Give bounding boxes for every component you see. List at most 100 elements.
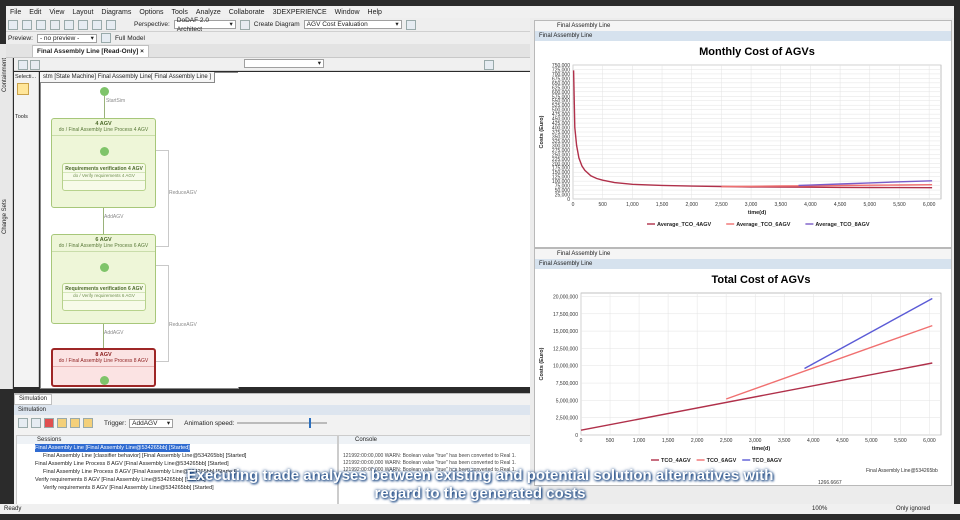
- initial-node: [100, 147, 109, 156]
- total-window-tab[interactable]: Final Assembly Line: [535, 249, 951, 259]
- menu-item-layout[interactable]: Layout: [72, 9, 93, 16]
- initial-node: [100, 263, 109, 272]
- print-icon[interactable]: [50, 19, 60, 30]
- preview-toolbar: Preview: - no preview - ▾ Full Model: [6, 32, 530, 44]
- monthly-window-tab[interactable]: Final Assembly Line: [535, 21, 951, 31]
- y-tick-label: 17,500,000: [553, 312, 578, 318]
- monthly-window-title: Final Assembly Line: [535, 31, 951, 41]
- transition-line: [103, 208, 104, 234]
- menu-item-edit[interactable]: Edit: [29, 9, 41, 16]
- y-tick-label: 5,000,000: [556, 398, 578, 404]
- editor-tab-bar: Final Assembly Line [Read-Only] ×: [6, 44, 530, 58]
- palette: Selecti... Tools: [14, 72, 39, 387]
- step-over-icon[interactable]: [83, 418, 93, 428]
- y-tick-label: 7,500,000: [556, 381, 578, 387]
- legend-entry: TCO_8AGV: [752, 458, 782, 464]
- slider-thumb[interactable]: [309, 418, 312, 428]
- menu-item-tools[interactable]: Tools: [172, 9, 188, 16]
- menu-item-window[interactable]: Window: [335, 9, 360, 16]
- change-sets-tab[interactable]: Change Sets: [2, 199, 8, 234]
- palette-selection-label: Selecti...: [15, 74, 37, 80]
- tab-final-assembly-line[interactable]: Final Assembly Line [Read-Only] ×: [32, 45, 149, 57]
- full-model-button[interactable]: Full Model: [115, 35, 145, 42]
- start-transition-label: StartSim: [106, 98, 126, 104]
- chevron-down-icon: ▾: [90, 34, 94, 42]
- x-tick-label: 500: [606, 438, 615, 444]
- video-caption: Executing trade analyses between existin…: [100, 467, 860, 503]
- settings-icon[interactable]: [484, 60, 494, 70]
- perspective-value: DoDAF 2.0 Architect: [176, 16, 209, 33]
- step-icon[interactable]: [57, 418, 67, 428]
- session-item[interactable]: Final Assembly Line [Final Assembly Line…: [35, 444, 190, 452]
- monthly-cost-window: Final Assembly Line Final Assembly Line …: [534, 20, 952, 248]
- cursor-tool-icon[interactable]: [17, 83, 29, 95]
- menu-item-collaborate[interactable]: Collaborate: [229, 9, 265, 16]
- menu-item-analyze[interactable]: Analyze: [196, 9, 221, 16]
- diagram-select[interactable]: AGV Cost Evaluation ▾: [303, 20, 402, 29]
- y-tick-label: 15,000,000: [553, 329, 578, 335]
- state-4-agv[interactable]: 4 AGV do / Final Assembly Line Process 4…: [51, 118, 156, 208]
- x-tick-label: 0: [572, 202, 575, 208]
- containment-tab[interactable]: Containment: [2, 58, 8, 92]
- menu-item-view[interactable]: View: [49, 9, 64, 16]
- trigger-select[interactable]: AddAGV ▾: [129, 418, 174, 428]
- session-item[interactable]: Final Assembly Line [classifier behavior…: [35, 452, 337, 460]
- chevron-down-icon: ▾: [395, 21, 399, 28]
- trigger-value: AddAGV: [132, 419, 158, 427]
- x-tick-label: 5,000: [865, 438, 878, 444]
- x-tick-label: 4,500: [836, 438, 849, 444]
- menu-item-help[interactable]: Help: [368, 9, 382, 16]
- create-diagram-button[interactable]: Create Diagram: [254, 21, 300, 28]
- console-tab[interactable]: Console: [339, 436, 531, 444]
- pause-icon[interactable]: [31, 418, 41, 428]
- step-into-icon[interactable]: [70, 418, 80, 428]
- save-icon[interactable]: [36, 19, 46, 30]
- initial-node[interactable]: [100, 87, 109, 96]
- x-tick-label: 4,000: [804, 202, 817, 208]
- y-tick-label: 2,500,000: [556, 416, 578, 422]
- check-icon[interactable]: [92, 19, 102, 30]
- animation-speed-label: Animation speed:: [184, 419, 235, 427]
- session-object-value: Final Assembly Line@534265bb: [866, 468, 938, 474]
- state-8-agv-active[interactable]: 8 AGV do / Final Assembly Line Process 8…: [51, 348, 156, 387]
- preview-label: Preview:: [8, 34, 33, 42]
- substate-verification-6-agv[interactable]: Requirements verification 6 AGV do / Ver…: [62, 283, 146, 311]
- substate-do-activity: do / Verify requirements 6 AGV: [63, 292, 145, 301]
- forward-icon[interactable]: [30, 60, 40, 70]
- x-tick-label: 3,000: [749, 438, 762, 444]
- back-icon[interactable]: [18, 60, 28, 70]
- open-icon[interactable]: [22, 19, 32, 30]
- y-tick-label: 750,000: [552, 63, 570, 69]
- run-icon[interactable]: [405, 19, 416, 30]
- full-model-icon[interactable]: [100, 33, 111, 43]
- redo-icon[interactable]: [78, 19, 88, 30]
- menu-bar: File Edit View Layout Diagrams Options Tools An…: [6, 6, 954, 18]
- animation-speed-slider[interactable]: [237, 418, 328, 428]
- close-icon[interactable]: ×: [140, 48, 144, 55]
- undo-icon[interactable]: [64, 19, 74, 30]
- perspective-select[interactable]: DoDAF 2.0 Architect ▾: [173, 17, 236, 33]
- diagram-canvas-blank: [238, 72, 530, 387]
- x-tick-label: 5,000: [864, 202, 877, 208]
- state-6-agv[interactable]: 6 AGV do / Final Assembly Line Process 6…: [51, 234, 156, 324]
- font-select[interactable]: ▾: [244, 59, 324, 68]
- total-window-title: Final Assembly Line: [535, 259, 951, 269]
- run-icon[interactable]: [18, 418, 28, 428]
- menu-item-options[interactable]: Options: [139, 9, 163, 16]
- stop-icon[interactable]: [44, 418, 54, 428]
- menu-item-diagrams[interactable]: Diagrams: [101, 9, 131, 16]
- legend-entry: Average_TCO_6AGV: [736, 222, 791, 228]
- zoom-level[interactable]: 100%: [812, 504, 827, 514]
- menu-item-file[interactable]: File: [10, 9, 21, 16]
- x-tick-label: 4,000: [807, 438, 820, 444]
- substate-verification-4-agv[interactable]: Requirements verification 4 AGV do / Ver…: [62, 163, 146, 191]
- menu-item-3dexperience[interactable]: 3DEXPERIENCE: [273, 9, 327, 16]
- simulation-tab[interactable]: Simulation: [14, 394, 53, 405]
- status-filter[interactable]: Only ignored: [896, 504, 930, 514]
- create-diagram-icon[interactable]: [239, 19, 250, 30]
- new-file-icon[interactable]: [8, 19, 18, 30]
- y-tick-label: 0: [575, 433, 578, 439]
- tools-icon[interactable]: [106, 19, 116, 30]
- preview-select[interactable]: - no preview - ▾: [36, 33, 97, 43]
- sessions-tab[interactable]: Sessions: [17, 436, 337, 444]
